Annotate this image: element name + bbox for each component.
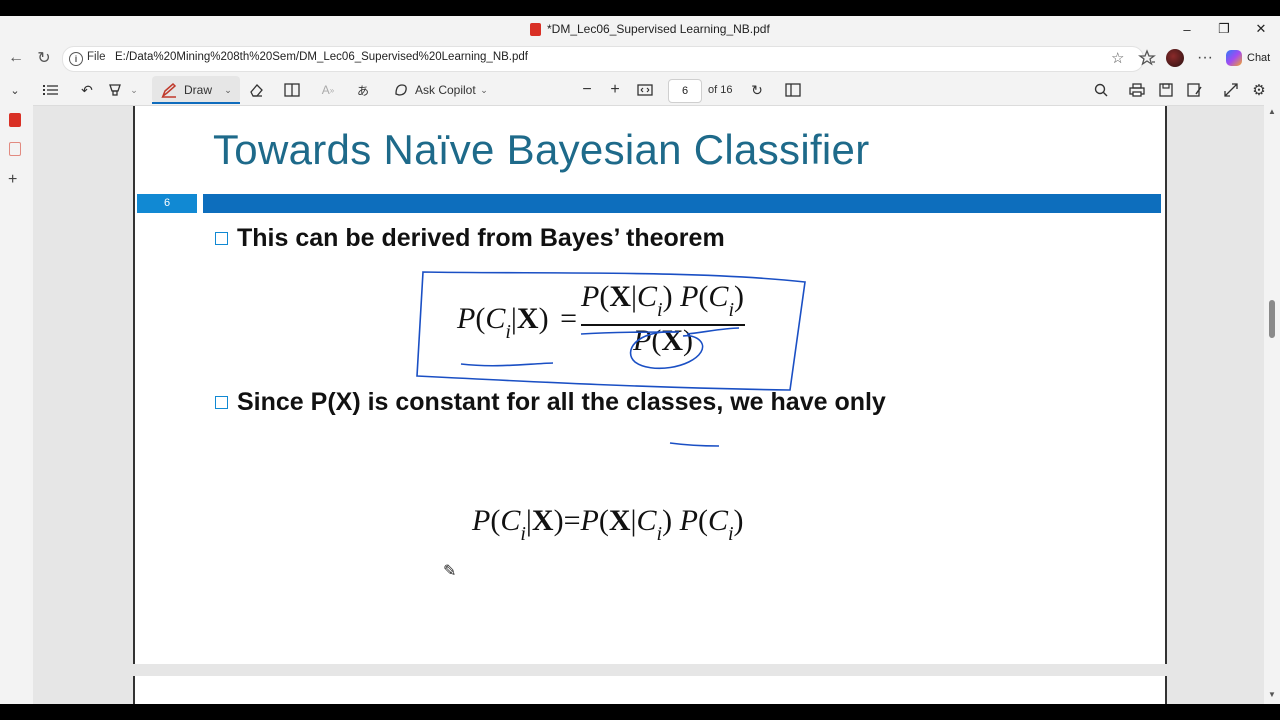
copilot-lens-icon[interactable] bbox=[392, 79, 410, 101]
read-aloud-icon: A» bbox=[321, 83, 335, 97]
more-options-icon[interactable]: ··· bbox=[1197, 48, 1213, 68]
formula-denominator: P(X) bbox=[633, 324, 693, 357]
pdf-tab-icon-secondary[interactable] bbox=[9, 142, 21, 156]
pencil-cursor-icon: ✎ bbox=[443, 563, 457, 580]
bullet-square-icon bbox=[215, 396, 228, 409]
slide-number: 6 bbox=[137, 194, 197, 213]
url-box[interactable]: i File E:/Data%20Mining%208th%20Sem/DM_L… bbox=[62, 46, 1144, 72]
ink-annotations bbox=[416, 271, 806, 447]
window-title-text: *DM_Lec06_Supervised Learning_NB.pdf bbox=[547, 22, 770, 36]
profile-avatar[interactable] bbox=[1166, 48, 1184, 68]
page-total-label: of 16 bbox=[708, 84, 733, 96]
slide-title: Towards Naïve Bayesian Classifier bbox=[213, 126, 870, 173]
formula-2-content: P(Ci|X)=P(X|Ci) P(Ci) bbox=[472, 504, 744, 545]
highlight-icon[interactable] bbox=[104, 79, 126, 101]
pdf-next-page bbox=[133, 676, 1167, 704]
formula-numerator: P(X|Ci) P(Ci) bbox=[581, 280, 744, 321]
left-rail: + bbox=[0, 105, 33, 704]
zoom-out-icon[interactable]: − bbox=[577, 79, 597, 101]
bullet-2-text: Since P(X) is constant for all the class… bbox=[237, 388, 886, 416]
save-icon[interactable] bbox=[1156, 79, 1176, 101]
pdf-tab-icon[interactable] bbox=[9, 113, 21, 127]
contents-list-icon[interactable] bbox=[40, 79, 62, 101]
draw-pen-icon bbox=[160, 79, 178, 101]
search-icon[interactable] bbox=[1091, 79, 1111, 101]
bayes-formula: P(Ci|X) = P(X|Ci) P(Ci) P(X) bbox=[457, 280, 757, 370]
title-accent-bar bbox=[203, 194, 1161, 213]
favorites-icon[interactable] bbox=[1138, 48, 1156, 68]
bullet-square-icon bbox=[215, 232, 228, 245]
fullscreen-icon[interactable] bbox=[1221, 79, 1241, 101]
zoom-in-icon[interactable]: + bbox=[605, 79, 625, 101]
info-icon[interactable]: i bbox=[69, 52, 83, 66]
scroll-up-arrow-icon[interactable]: ▲ bbox=[1268, 107, 1276, 116]
ask-copilot-dropdown-icon[interactable]: ⌄ bbox=[478, 79, 490, 101]
print-icon[interactable] bbox=[1127, 79, 1147, 101]
favorite-star-icon[interactable]: ☆ bbox=[1111, 49, 1124, 67]
bullet-1-text: This can be derived from Bayes’ theorem bbox=[237, 224, 725, 252]
chat-button[interactable]: Chat bbox=[1226, 48, 1270, 68]
copilot-logo-icon bbox=[1226, 50, 1242, 66]
pdf-file-icon bbox=[530, 22, 541, 36]
scrollbar-thumb[interactable] bbox=[1269, 300, 1275, 338]
ink-underline-classes bbox=[669, 442, 720, 447]
settings-gear-icon[interactable]: ⚙ bbox=[1249, 79, 1269, 101]
close-button[interactable]: ✕ bbox=[1246, 19, 1276, 39]
draw-button[interactable]: Draw ⌄ bbox=[152, 76, 240, 103]
draw-label: Draw bbox=[184, 83, 213, 97]
new-tab-plus-icon[interactable]: + bbox=[8, 171, 17, 189]
save-as-icon[interactable] bbox=[1185, 79, 1205, 101]
formula-lhs: P(Ci|X) = bbox=[457, 302, 578, 343]
chat-label: Chat bbox=[1247, 52, 1271, 64]
fit-page-icon[interactable] bbox=[635, 79, 655, 101]
maximize-button[interactable]: ❐ bbox=[1209, 19, 1239, 39]
ask-copilot-button[interactable]: Ask Copilot bbox=[415, 79, 476, 101]
back-icon[interactable]: ← bbox=[6, 48, 26, 68]
eraser-icon[interactable] bbox=[245, 79, 267, 101]
url-text[interactable]: E:/Data%20Mining%208th%20Sem/DM_Lec06_Su… bbox=[115, 51, 528, 63]
browser-window: *DM_Lec06_Supervised Learning_NB.pdf – ❐… bbox=[0, 16, 1280, 704]
refresh-icon[interactable]: ↻ bbox=[34, 48, 54, 68]
page-view-icon[interactable] bbox=[281, 79, 303, 101]
minimize-button[interactable]: – bbox=[1172, 19, 1202, 39]
pdf-page: Towards Naïve Bayesian Classifier 6 This… bbox=[133, 106, 1167, 664]
rotate-icon[interactable]: ↻ bbox=[747, 79, 767, 101]
translate-icon[interactable]: あ bbox=[352, 79, 374, 101]
undo-icon[interactable]: ↶ bbox=[76, 79, 98, 101]
two-page-view-icon[interactable] bbox=[783, 79, 803, 101]
pdf-toolbar: ⌄ ↶ ⌄ Draw ⌄ A» あ Ask Copilot ⌄ − + 6 of… bbox=[0, 74, 1280, 106]
window-title: *DM_Lec06_Supervised Learning_NB.pdf bbox=[530, 21, 770, 37]
page-gap bbox=[133, 664, 1167, 676]
proportional-formula: P(Ci|X)=P(X|Ci) P(Ci) bbox=[472, 504, 792, 554]
draw-dropdown-icon: ⌄ bbox=[224, 84, 232, 95]
draw-active-indicator bbox=[152, 102, 240, 104]
title-bar: *DM_Lec06_Supervised Learning_NB.pdf – ❐… bbox=[0, 16, 1280, 42]
address-bar-row: ← ↻ i File E:/Data%20Mining%208th%20Sem/… bbox=[0, 42, 1280, 74]
scroll-down-arrow-icon[interactable]: ▼ bbox=[1268, 690, 1276, 699]
pdf-canvas: Towards Naïve Bayesian Classifier 6 This… bbox=[33, 106, 1264, 704]
bullet-1: This can be derived from Bayes’ theorem bbox=[215, 224, 725, 253]
bullet-2: Since P(X) is constant for all the class… bbox=[215, 388, 886, 417]
collapse-chevron-icon[interactable]: ⌄ bbox=[4, 79, 26, 101]
highlight-dropdown-icon[interactable]: ⌄ bbox=[128, 79, 140, 101]
page-number-input[interactable]: 6 bbox=[668, 79, 702, 103]
url-scheme-label: File bbox=[87, 51, 106, 63]
vertical-scrollbar[interactable]: ▲ ▼ bbox=[1264, 105, 1280, 704]
